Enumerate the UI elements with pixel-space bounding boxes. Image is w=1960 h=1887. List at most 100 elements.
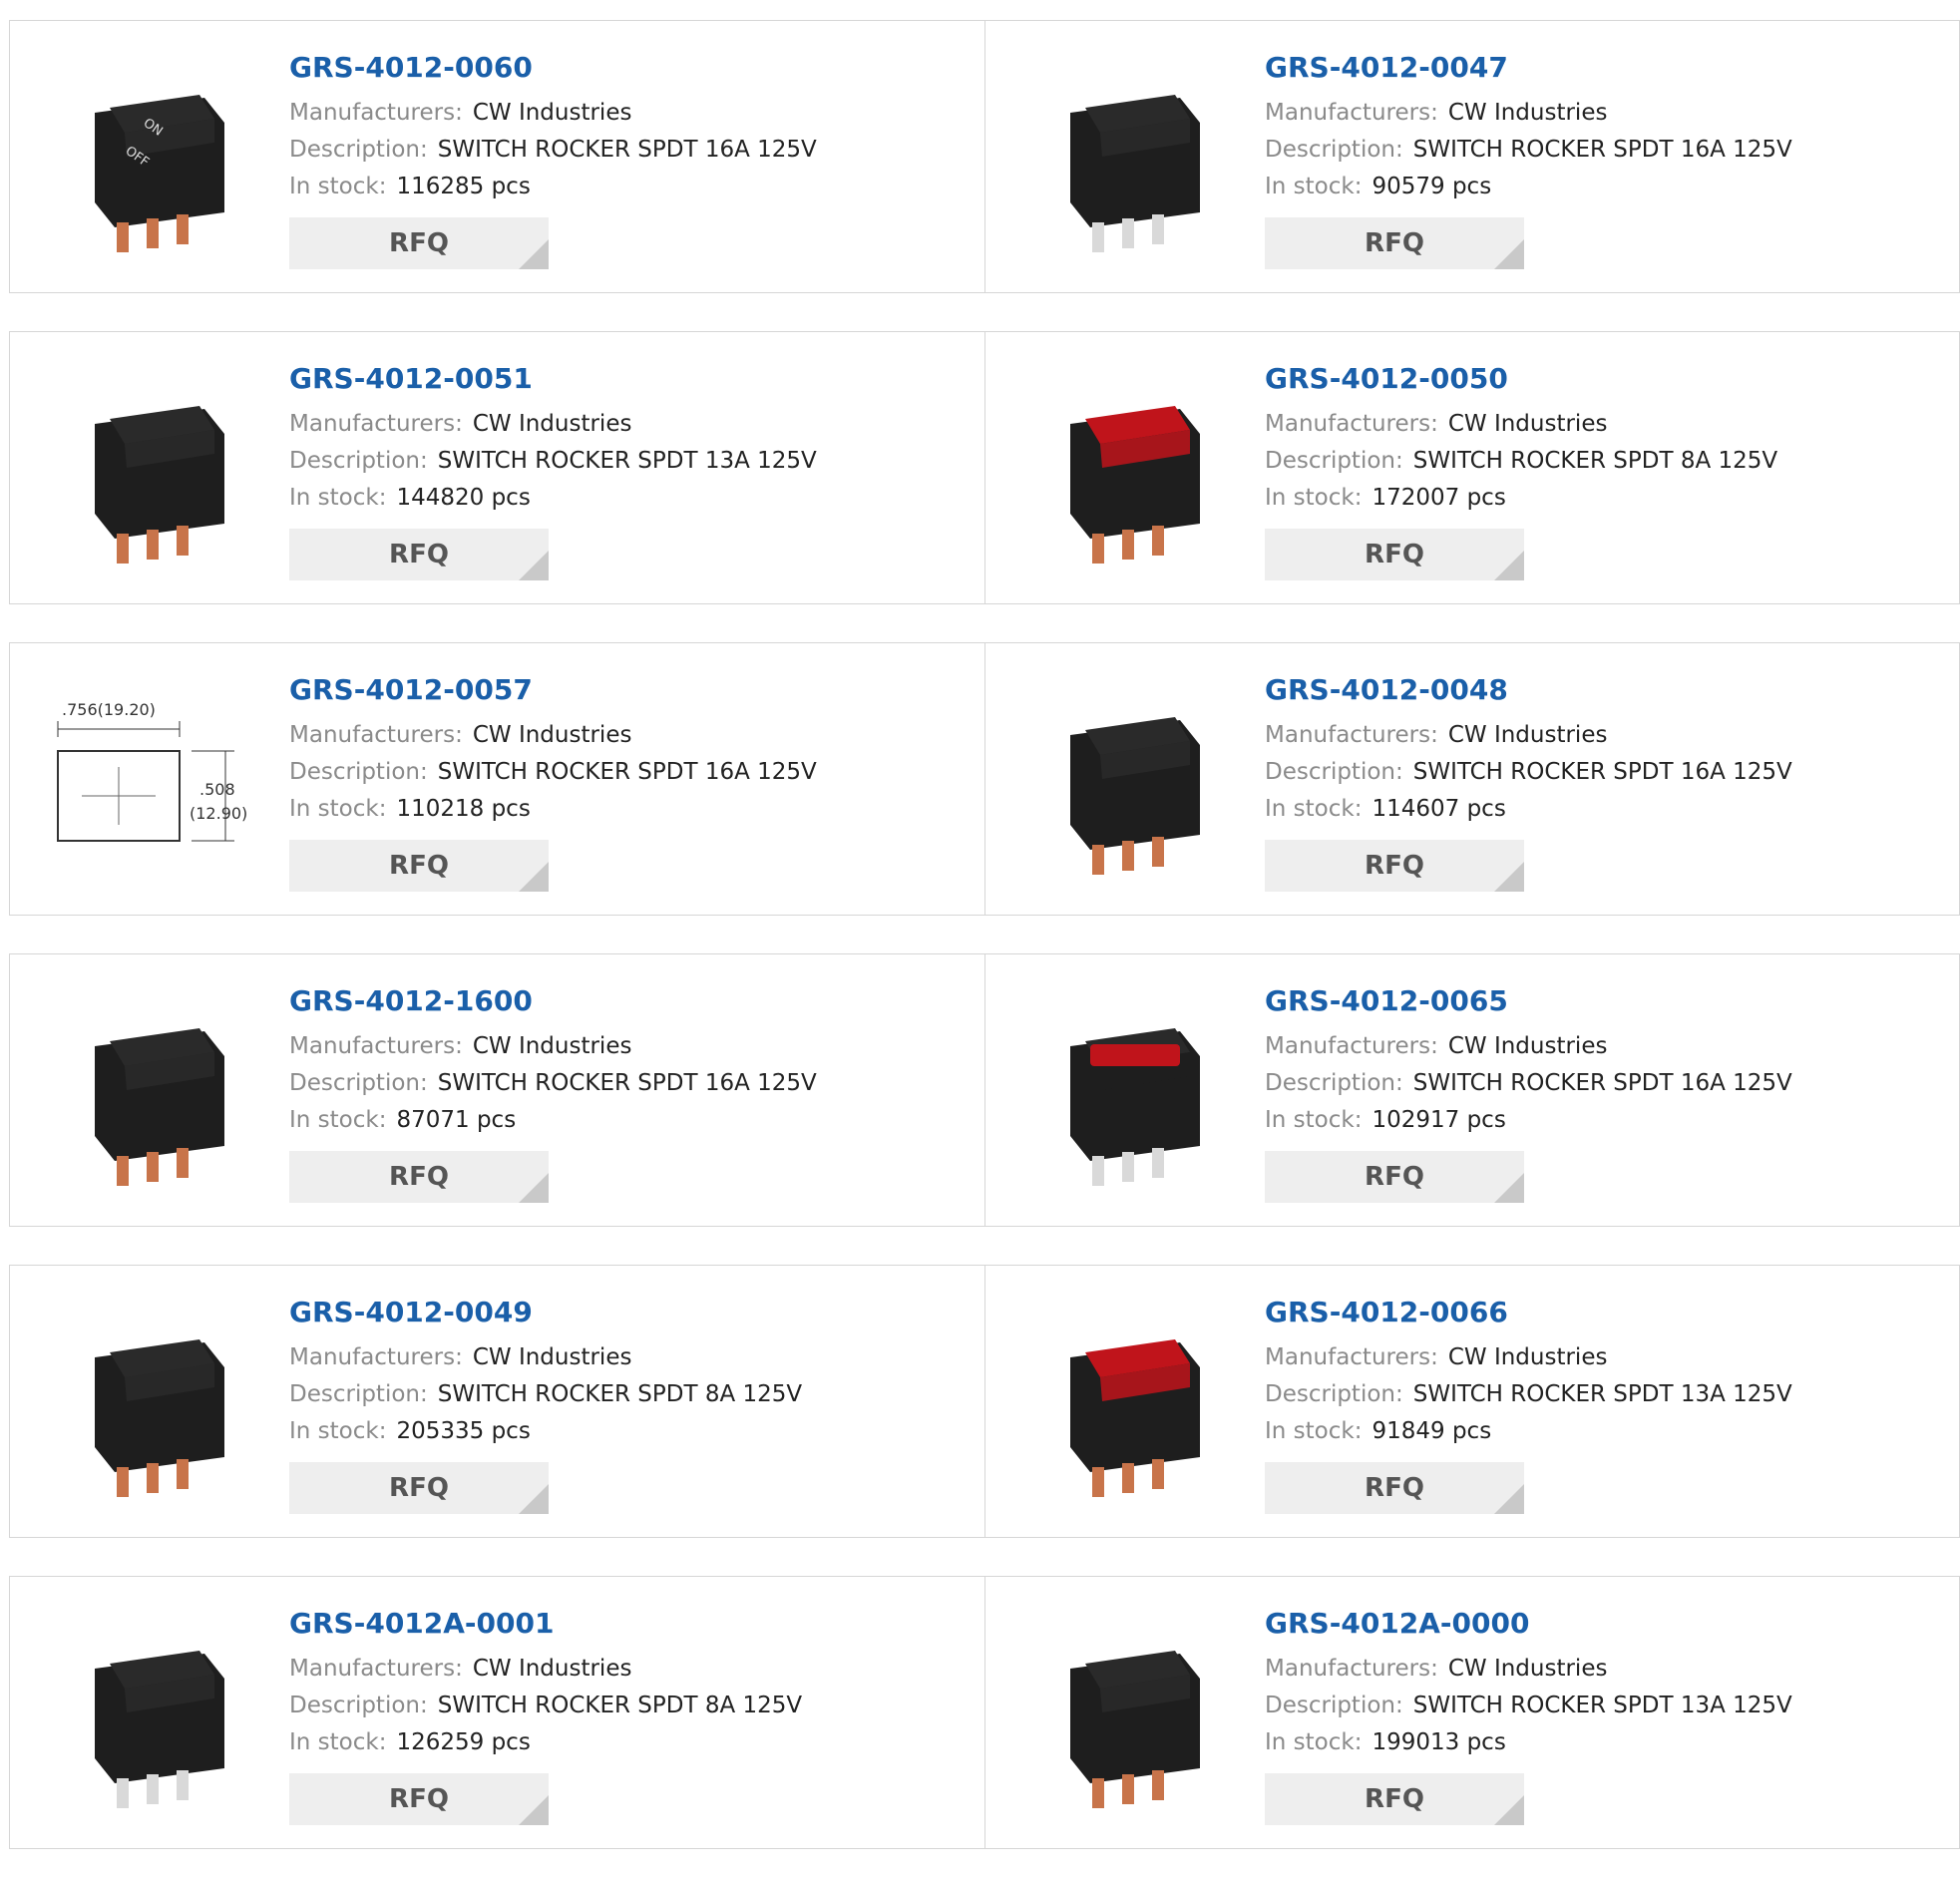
part-number-link[interactable]: GRS-4012-0065 <box>1265 984 1792 1018</box>
description-line: Description: SWITCH ROCKER SPDT 16A 125V <box>289 754 817 791</box>
rfq-button[interactable]: RFQ <box>1265 1773 1524 1825</box>
corner-triangle-icon <box>1494 1795 1524 1825</box>
manufacturer-value: CW Industries <box>1447 1656 1608 1682</box>
product-info: GRS-4012A-0000 Manufacturers: CW Industrie… <box>1265 1607 1792 1825</box>
description-value: SWITCH ROCKER SPDT 13A 125V <box>437 448 817 474</box>
rfq-button[interactable]: RFQ <box>289 1462 549 1514</box>
manufacturer-label: Manufacturers: <box>289 100 463 126</box>
rocker-switch-black-icon[interactable] <box>1025 1609 1235 1818</box>
rocker-switch-on-off-icon[interactable]: ON OFF <box>50 53 259 262</box>
description-value: SWITCH ROCKER SPDT 8A 125V <box>437 1693 803 1718</box>
rfq-button[interactable]: RFQ <box>1265 1151 1524 1203</box>
product-info: GRS-4012-0051 Manufacturers: CW Industries… <box>289 362 817 580</box>
manufacturer-value: CW Industries <box>472 1344 632 1370</box>
manufacturer-line: Manufacturers: CW Industries <box>1265 1028 1792 1065</box>
rfq-button[interactable]: RFQ <box>1265 529 1524 580</box>
description-label: Description: <box>1265 1693 1403 1718</box>
part-number-link[interactable]: GRS-4012-0057 <box>289 673 817 707</box>
part-number-link[interactable]: GRS-4012-0048 <box>1265 673 1792 707</box>
description-label: Description: <box>1265 1381 1403 1407</box>
product-info: GRS-4012-0047 Manufacturers: CW Industries… <box>1265 51 1792 269</box>
rfq-button[interactable]: RFQ <box>289 1773 549 1825</box>
height-dimension: .508 <box>199 780 235 799</box>
part-number-link[interactable]: GRS-4012A-0001 <box>289 1607 802 1641</box>
part-number-link[interactable]: GRS-4012-1600 <box>289 984 817 1018</box>
rocker-switch-black-icon[interactable] <box>50 986 259 1196</box>
rocker-switch-black-icon[interactable] <box>1025 53 1235 262</box>
stock-line: In stock: 199013 pcs <box>1265 1724 1792 1761</box>
product-card: .756(19.20) .508 (12.90) GRS-4012-0057 Manuf… <box>10 643 984 915</box>
manufacturer-line: Manufacturers: CW Industries <box>289 717 817 754</box>
description-value: SWITCH ROCKER SPDT 13A 125V <box>1412 1381 1792 1407</box>
rocker-switch-red-icon[interactable] <box>1025 1298 1235 1507</box>
rocker-switch-black-icon[interactable] <box>50 1298 259 1507</box>
manufacturer-label: Manufacturers: <box>289 411 463 437</box>
description-line: Description: SWITCH ROCKER SPDT 16A 125V <box>289 1065 817 1102</box>
description-line: Description: SWITCH ROCKER SPDT 8A 125V <box>289 1688 802 1724</box>
rocker-switch-red-icon[interactable] <box>1025 364 1235 573</box>
product-card: GRS-4012-0049 Manufacturers: CW Industries… <box>10 1266 984 1537</box>
rocker-switch-black-icon[interactable] <box>1025 675 1235 885</box>
manufacturer-label: Manufacturers: <box>289 1033 463 1059</box>
rfq-button[interactable]: RFQ <box>289 1151 549 1203</box>
manufacturer-line: Manufacturers: CW Industries <box>289 1651 802 1688</box>
description-value: SWITCH ROCKER SPDT 16A 125V <box>437 759 817 785</box>
part-number-link[interactable]: GRS-4012-0049 <box>289 1296 802 1329</box>
product-row: GRS-4012A-0001 Manufacturers: CW Industrie… <box>9 1576 1960 1849</box>
description-line: Description: SWITCH ROCKER SPDT 13A 125V <box>289 443 817 480</box>
rfq-button[interactable]: RFQ <box>1265 840 1524 892</box>
corner-triangle-icon <box>1494 1484 1524 1514</box>
product-info: GRS-4012-0065 Manufacturers: CW Industries… <box>1265 984 1792 1203</box>
rocker-switch-black-icon[interactable] <box>50 1609 259 1818</box>
manufacturer-label: Manufacturers: <box>1265 100 1438 126</box>
rfq-button[interactable]: RFQ <box>1265 217 1524 269</box>
part-number-link[interactable]: GRS-4012-0066 <box>1265 1296 1792 1329</box>
product-info: GRS-4012-0048 Manufacturers: CW Industries… <box>1265 673 1792 892</box>
stock-value: 116285 pcs <box>396 174 531 199</box>
product-grid: ON OFF GRS-4012-0060 Manufacturers: CW Indus… <box>9 20 1960 1887</box>
manufacturer-line: Manufacturers: CW Industries <box>1265 1651 1792 1688</box>
product-row: .756(19.20) .508 (12.90) GRS-4012-0057 Manuf… <box>9 642 1960 916</box>
corner-triangle-icon <box>1494 239 1524 269</box>
product-card: GRS-4012-0050 Manufacturers: CW Industries… <box>984 332 1959 603</box>
product-card: GRS-4012-1600 Manufacturers: CW Industries… <box>10 954 984 1226</box>
product-info: GRS-4012-0050 Manufacturers: CW Industries… <box>1265 362 1777 580</box>
description-value: SWITCH ROCKER SPDT 8A 125V <box>437 1381 803 1407</box>
rfq-button[interactable]: RFQ <box>289 529 549 580</box>
manufacturer-value: CW Industries <box>472 411 632 437</box>
stock-value: 114607 pcs <box>1372 796 1506 822</box>
product-card: GRS-4012-0051 Manufacturers: CW Industries… <box>10 332 984 603</box>
rfq-label: RFQ <box>1365 540 1424 569</box>
description-line: Description: SWITCH ROCKER SPDT 16A 125V <box>1265 132 1792 169</box>
product-card: GRS-4012-0065 Manufacturers: CW Industries… <box>984 954 1959 1226</box>
product-row: GRS-4012-0051 Manufacturers: CW Industries… <box>9 331 1960 604</box>
product-card: GRS-4012-0048 Manufacturers: CW Industries… <box>984 643 1959 915</box>
part-number-link[interactable]: GRS-4012-0051 <box>289 362 817 396</box>
product-info: GRS-4012A-0001 Manufacturers: CW Industrie… <box>289 1607 802 1825</box>
stock-label: In stock: <box>1265 1729 1363 1755</box>
description-line: Description: SWITCH ROCKER SPDT 16A 125V <box>1265 1065 1792 1102</box>
description-label: Description: <box>289 759 428 785</box>
part-number-link[interactable]: GRS-4012A-0000 <box>1265 1607 1792 1641</box>
rfq-button[interactable]: RFQ <box>1265 1462 1524 1514</box>
product-info: GRS-4012-0057 Manufacturers: CW Industries… <box>289 673 817 892</box>
stock-value: 126259 pcs <box>396 1729 531 1755</box>
rfq-button[interactable]: RFQ <box>289 217 549 269</box>
rfq-label: RFQ <box>1365 1162 1424 1192</box>
rocker-switch-red-band-icon[interactable] <box>1025 986 1235 1196</box>
part-number-link[interactable]: GRS-4012-0060 <box>289 51 817 85</box>
rfq-button[interactable]: RFQ <box>289 840 549 892</box>
part-number-link[interactable]: GRS-4012-0050 <box>1265 362 1777 396</box>
rocker-switch-black-icon[interactable] <box>50 364 259 573</box>
part-number-link[interactable]: GRS-4012-0047 <box>1265 51 1792 85</box>
manufacturer-value: CW Industries <box>1447 1033 1608 1059</box>
stock-value: 102917 pcs <box>1372 1107 1506 1133</box>
corner-triangle-icon <box>519 862 549 892</box>
rfq-label: RFQ <box>389 1784 449 1814</box>
rfq-label: RFQ <box>389 1162 449 1192</box>
description-value: SWITCH ROCKER SPDT 13A 125V <box>1412 1693 1792 1718</box>
corner-triangle-icon <box>1494 862 1524 892</box>
height-dimension-metric: (12.90) <box>190 804 247 823</box>
panel-cutout-drawing[interactable]: .756(19.20) .508 (12.90) <box>50 675 259 885</box>
product-row: GRS-4012-1600 Manufacturers: CW Industries… <box>9 953 1960 1227</box>
